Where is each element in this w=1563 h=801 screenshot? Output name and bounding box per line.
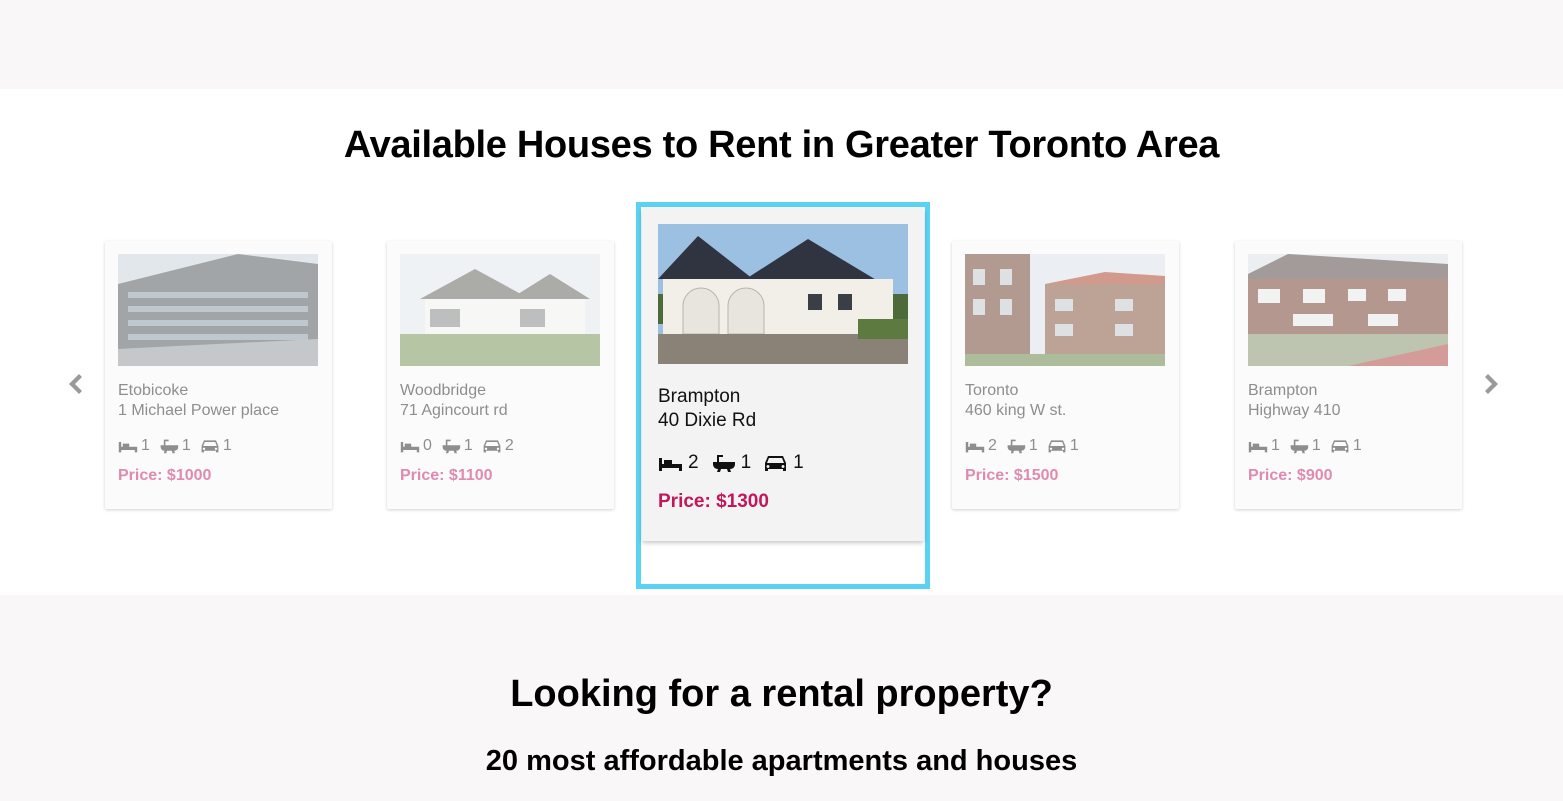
- carousel-next-button[interactable]: [1480, 372, 1504, 396]
- parking-count: 1: [1069, 437, 1079, 454]
- listing-features: 2 1 1: [965, 437, 1088, 455]
- bathtub-icon: [160, 439, 179, 454]
- listing-city: Brampton: [1248, 382, 1318, 399]
- bedroom-count: 2: [988, 437, 997, 454]
- listing-address: Highway 410: [1248, 402, 1341, 419]
- section-title: Available Houses to Rent in Greater Toro…: [343, 124, 1220, 166]
- bathroom-count: 1: [181, 437, 191, 454]
- listing-city: Toronto: [965, 382, 1019, 399]
- bathtub-icon: [1007, 439, 1026, 454]
- chevron-left-icon: [69, 374, 82, 394]
- bedrooms: 2: [658, 452, 699, 474]
- listing-card[interactable]: Toronto 460 king W st. 2 1 1 Price: $150…: [952, 241, 1179, 509]
- listing-photo-brick-apartment-block: [965, 254, 1165, 366]
- bedroom-count: 1: [1271, 437, 1280, 454]
- car-icon: [765, 456, 787, 471]
- car-icon: [201, 440, 219, 453]
- listing-city: Brampton: [658, 386, 741, 407]
- bedroom-count: 0: [423, 437, 432, 454]
- bed-icon: [965, 442, 985, 453]
- chevron-right-icon: [1485, 374, 1498, 394]
- listing-address: 460 king W st.: [965, 402, 1067, 419]
- parking-count: 1: [793, 452, 804, 473]
- listing-price: Price: $1300: [658, 491, 769, 512]
- bedrooms: 0: [400, 437, 432, 455]
- listing-features: 0 1 2: [400, 437, 523, 455]
- bed-icon: [659, 458, 682, 471]
- parking: 1: [1330, 437, 1362, 455]
- bathrooms: 1: [159, 437, 191, 455]
- car-icon: [483, 440, 501, 453]
- listing-card[interactable]: Woodbridge 71 Agincourt rd 0 1 2 Price: …: [387, 241, 614, 509]
- listing-card[interactable]: Etobicoke 1 Michael Power place 1 1 1 Pr…: [105, 241, 332, 509]
- bathroom-count: 1: [463, 437, 473, 454]
- listing-address: 40 Dixie Rd: [658, 410, 757, 431]
- parking-count: 1: [1352, 437, 1362, 454]
- bathrooms: 1: [1289, 437, 1321, 455]
- bed-icon: [400, 442, 420, 453]
- listing-city: Woodbridge: [400, 382, 486, 399]
- bedroom-count: 1: [141, 437, 150, 454]
- parking: 2: [482, 437, 514, 455]
- listing-photo-brick-row-houses: [1248, 254, 1448, 366]
- parking: 1: [200, 437, 232, 455]
- bathtub-icon: [1290, 439, 1309, 454]
- listing-card-selected[interactable]: Brampton 40 Dixie Rd 2 1 1 Price: $1300: [642, 208, 924, 541]
- cta-section: Looking for a rental property? 20 most a…: [0, 595, 1563, 801]
- parking: 1: [1047, 437, 1079, 455]
- car-icon: [1331, 440, 1349, 453]
- parking-count: 1: [222, 437, 232, 454]
- bathroom-count: 1: [740, 452, 752, 473]
- cta-subtitle: 20 most affordable apartments and houses: [485, 745, 1078, 777]
- parking-count: 2: [504, 437, 514, 454]
- listing-photo-white-villa-dark-roof: [658, 224, 908, 364]
- listing-address: 71 Agincourt rd: [400, 402, 508, 419]
- listing-price: Price: $1500: [965, 467, 1059, 484]
- bathtub-icon: [442, 439, 461, 454]
- bathrooms: 1: [1006, 437, 1038, 455]
- listing-city: Etobicoke: [118, 382, 189, 399]
- bed-icon: [1248, 442, 1268, 453]
- cta-title: Looking for a rental property?: [510, 673, 1053, 715]
- bathroom-count: 1: [1028, 437, 1038, 454]
- listing-features: 2 1 1: [658, 452, 816, 474]
- bed-icon: [118, 442, 138, 453]
- listing-address: 1 Michael Power place: [118, 402, 279, 419]
- bedrooms: 1: [118, 437, 150, 455]
- listing-features: 1 1 1: [1248, 437, 1371, 455]
- bedroom-count: 2: [688, 452, 699, 473]
- bathtub-icon: [712, 455, 735, 472]
- listing-photo-large-white-house: [400, 254, 600, 366]
- car-icon: [1048, 440, 1066, 453]
- listing-features: 1 1 1: [118, 437, 241, 455]
- bedrooms: 1: [1248, 437, 1280, 455]
- top-band: [0, 0, 1563, 89]
- listings-section: Available Houses to Rent in Greater Toro…: [0, 89, 1563, 595]
- bathrooms: 1: [711, 452, 752, 474]
- bedrooms: 2: [965, 437, 997, 455]
- listing-price: Price: $900: [1248, 467, 1333, 484]
- listing-price: Price: $1100: [400, 467, 493, 484]
- parking: 1: [763, 452, 804, 474]
- bathroom-count: 1: [1311, 437, 1321, 454]
- listing-card[interactable]: Brampton Highway 410 1 1 1 Price: $900: [1235, 241, 1462, 509]
- carousel-prev-button[interactable]: [63, 372, 87, 396]
- listing-price: Price: $1000: [118, 467, 212, 484]
- bathrooms: 1: [441, 437, 473, 455]
- listing-photo-modern-apartment-building: [118, 254, 318, 366]
